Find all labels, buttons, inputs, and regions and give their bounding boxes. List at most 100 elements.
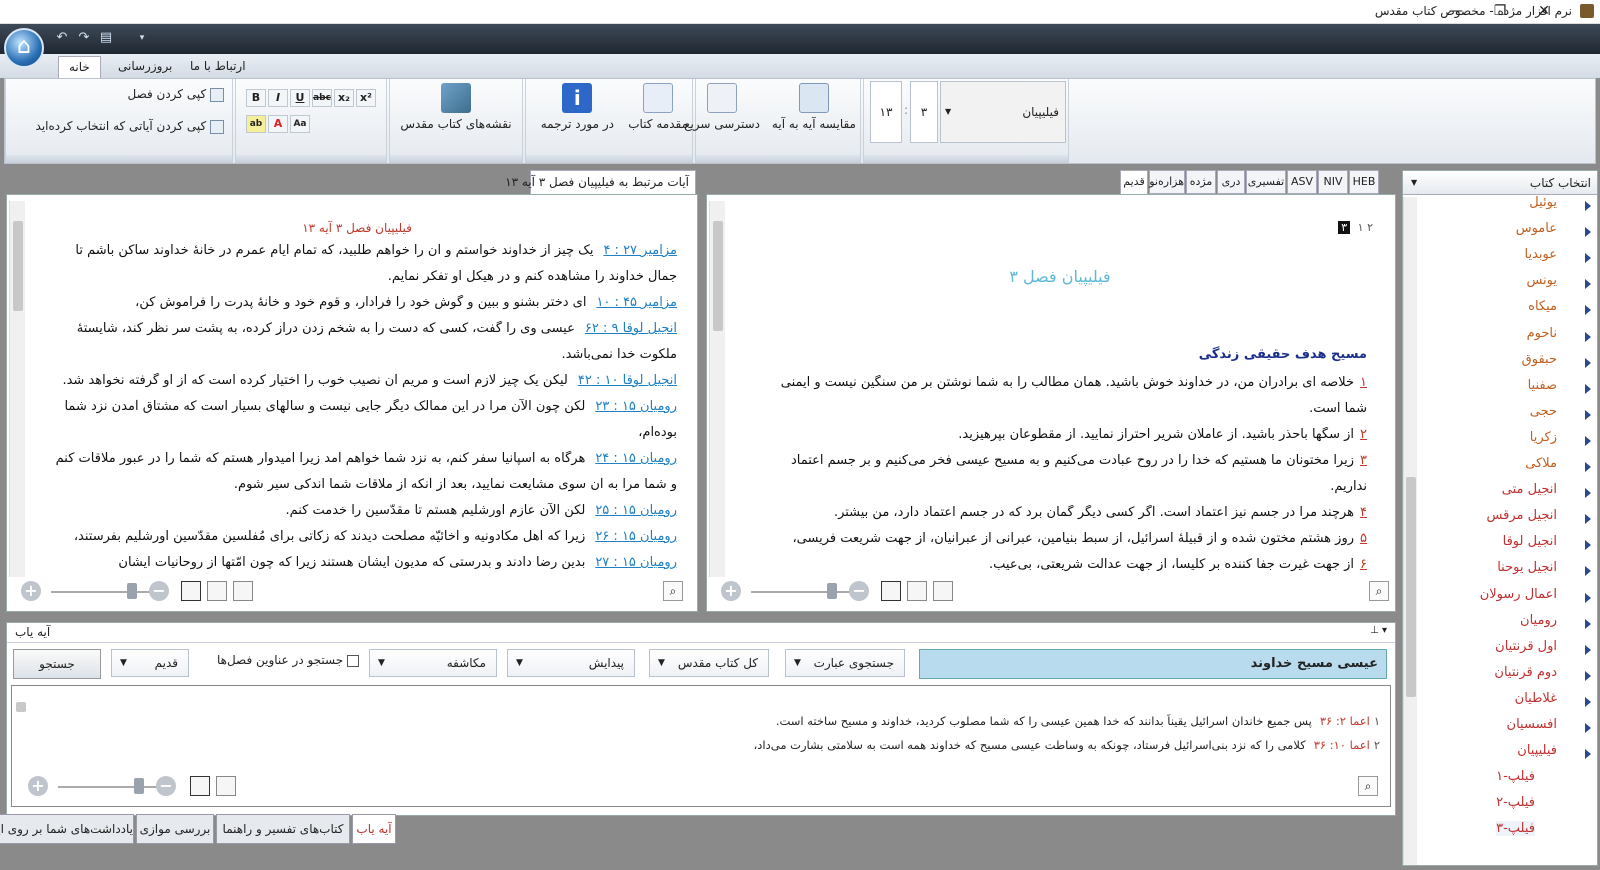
expand-arrow-icon[interactable] — [1585, 749, 1591, 760]
book-scrollbar[interactable] — [1403, 197, 1417, 865]
clear-format-icon[interactable]: Aa — [290, 115, 310, 133]
search-result-row[interactable]: ۲اعما ۱۰: ۳۶ کلامی را که نزد بنی‌اسرائیل … — [40, 738, 1380, 752]
tab-translation-0[interactable]: قدیم — [1120, 170, 1148, 194]
related-reference-link[interactable]: مزامیر ۴۵ : ۱۰ — [596, 295, 677, 310]
book-item[interactable]: عوبدیا — [1525, 247, 1558, 262]
book-item[interactable]: اول قرنتیان — [1495, 639, 1557, 654]
expand-arrow-icon[interactable] — [1585, 357, 1591, 368]
expand-arrow-icon[interactable] — [1585, 540, 1591, 551]
tab-update[interactable]: بروزرسانی — [108, 56, 182, 78]
expand-arrow-icon[interactable] — [1585, 331, 1591, 342]
superscript-button[interactable]: x² — [356, 89, 376, 107]
to-book-dropdown[interactable]: مکاشفه ▼ — [369, 649, 497, 677]
verse-field[interactable]: ۱۳ — [870, 81, 902, 143]
search-result-row[interactable]: ۱اعما ۲: ۳۶ پس جمیع خاندان اسرائیل یقیناً… — [40, 714, 1380, 728]
search-in-titles-option[interactable]: جستجو در عناوین فصل‌ها — [203, 653, 359, 667]
book-item[interactable]: رومیان — [1520, 613, 1557, 628]
book-item[interactable]: حبقوق — [1522, 352, 1557, 367]
expand-arrow-icon[interactable] — [1585, 253, 1591, 264]
book-item[interactable]: اعمال رسولان — [1480, 587, 1557, 602]
maps-button[interactable]: نقشه‌های کتاب مقدس — [390, 83, 522, 131]
expand-arrow-icon[interactable] — [1585, 435, 1591, 446]
expand-arrow-icon[interactable] — [1585, 592, 1591, 603]
zoom-in-icon[interactable]: + — [21, 581, 41, 601]
related-scrollbar[interactable] — [9, 201, 25, 577]
zoom-in-icon[interactable]: + — [28, 776, 48, 796]
search-in-titles-checkbox[interactable] — [347, 654, 359, 667]
chapter-list[interactable]: ۲ ۱ — [1358, 221, 1373, 234]
close-button[interactable]: ✕ — [1522, 0, 1566, 24]
view-mode-1-icon[interactable] — [190, 776, 210, 796]
copy-selected-verses-button[interactable]: کپی کردن آیاتی که انتخاب کرده‌اید — [36, 119, 224, 134]
expand-arrow-icon[interactable] — [1585, 462, 1591, 472]
tab-translation-1[interactable]: هزاره‌نو — [1149, 170, 1185, 194]
book-item[interactable]: ملاکی — [1525, 456, 1557, 471]
book-item[interactable]: دوم قرنتیان — [1494, 665, 1557, 680]
expand-arrow-icon[interactable] — [1585, 383, 1591, 394]
tab-translation-3[interactable]: دری — [1217, 170, 1245, 194]
book-item[interactable]: ناحوم — [1527, 326, 1557, 341]
tab-translation-4[interactable]: تفسیری — [1246, 170, 1286, 194]
book-item[interactable]: یوئیل — [1529, 195, 1557, 210]
book-item[interactable]: فیلیپیان — [1517, 743, 1557, 758]
related-reference-link[interactable]: رومیان ۱۵ : ۲۷ — [595, 555, 677, 570]
strikethrough-button[interactable]: abc — [312, 89, 332, 107]
expand-arrow-icon[interactable] — [1585, 488, 1591, 499]
about-translation-button[interactable]: i در مورد ترجمه — [541, 83, 614, 131]
expand-arrow-icon[interactable] — [1585, 696, 1591, 707]
zoom-out-icon[interactable]: − — [149, 581, 169, 601]
search-query-input[interactable]: عیسی مسیح خداوند — [919, 649, 1387, 679]
book-selector-header[interactable]: انتخاب کتاب ▼ — [1403, 171, 1597, 195]
book-item[interactable]: حجی — [1530, 404, 1557, 419]
from-book-dropdown[interactable]: پیدایش ▼ — [507, 649, 635, 677]
underline-button[interactable]: U — [290, 89, 310, 107]
zoom-slider[interactable] — [134, 778, 144, 794]
subscript-button[interactable]: x₂ — [334, 89, 354, 107]
tab-translation-6[interactable]: NIV — [1318, 170, 1348, 194]
view-mode-1-icon[interactable] — [881, 581, 901, 601]
verse-number[interactable]: ۴ — [1360, 505, 1367, 520]
chapter-navigator[interactable]: ۲ ۱ ۳ — [1338, 221, 1373, 234]
search-icon[interactable]: ⌕ — [663, 581, 683, 601]
tab-home[interactable]: خانه — [58, 56, 101, 78]
chapter-item[interactable]: فیلپ-۱ — [1496, 769, 1535, 784]
bottom-tab-0[interactable]: آیه یاب — [352, 814, 396, 844]
translation-dropdown[interactable]: قدیم ▼ — [111, 649, 189, 677]
home-orb-button[interactable]: ⌂ — [4, 28, 44, 68]
book-item[interactable]: انجیل یوحنا — [1497, 560, 1557, 575]
view-mode-2-icon[interactable] — [216, 776, 236, 796]
zoom-out-icon[interactable]: − — [156, 776, 176, 796]
current-chapter-marker[interactable]: ۳ — [1338, 221, 1351, 234]
verse-number[interactable]: ۱ — [1360, 375, 1367, 390]
results-scrollbar[interactable] — [14, 688, 28, 762]
expand-arrow-icon[interactable] — [1585, 514, 1591, 525]
book-intro-button[interactable]: مقدمه کتاب — [628, 83, 688, 131]
result-reference[interactable]: اعما ۲: ۳۶ — [1320, 714, 1370, 728]
zoom-in-icon[interactable]: + — [721, 581, 741, 601]
search-icon[interactable]: ⌕ — [1369, 581, 1389, 601]
tab-translation-2[interactable]: مژده — [1186, 170, 1216, 194]
bottom-tab-2[interactable]: بررسی موازی — [136, 814, 214, 844]
expand-arrow-icon[interactable] — [1585, 201, 1591, 211]
italic-button[interactable]: I — [268, 89, 288, 107]
copy-chapter-button[interactable]: کپی کردن فصل — [127, 87, 224, 102]
highlight-icon[interactable]: ab — [246, 115, 266, 133]
result-reference[interactable]: اعما ۱۰: ۳۶ — [1314, 738, 1370, 752]
verse-number[interactable]: ۵ — [1360, 531, 1367, 546]
view-mode-2-icon[interactable] — [207, 581, 227, 601]
related-reference-link[interactable]: رومیان ۱۵ : ۲۴ — [595, 451, 677, 466]
tab-related-verses[interactable]: آیات مرتبط به فیلیپیان فصل ۳ آیه ۱۳ — [505, 170, 696, 194]
verse-number[interactable]: ۳ — [1360, 453, 1367, 468]
book-dropdown[interactable]: فیلیپیان ▼ — [940, 81, 1066, 143]
chapter-item[interactable]: فیلپ-۳ — [1496, 821, 1535, 837]
book-item[interactable]: میکاه — [1528, 299, 1557, 314]
view-mode-2-icon[interactable] — [907, 581, 927, 601]
scope-dropdown[interactable]: کل کتاب مقدس ▼ — [649, 649, 769, 677]
tab-translation-5[interactable]: ASV — [1287, 170, 1317, 194]
tab-contact[interactable]: ارتباط با ما — [180, 56, 256, 78]
expand-arrow-icon[interactable] — [1585, 305, 1591, 316]
book-item[interactable]: افسسیان — [1507, 717, 1557, 732]
related-reference-link[interactable]: مزامیر ۲۷ : ۴ — [603, 243, 677, 258]
print-icon[interactable]: ▤ — [96, 28, 116, 48]
forward-icon[interactable]: ↷ — [74, 28, 94, 48]
